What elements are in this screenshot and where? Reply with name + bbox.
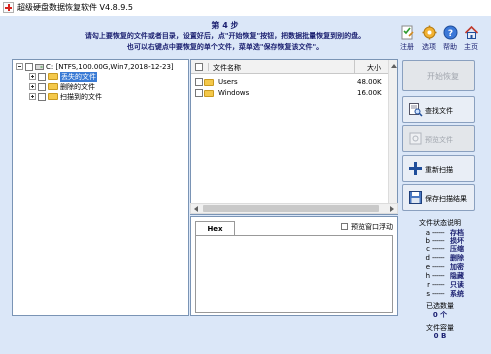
file-name: Windows xyxy=(218,89,250,97)
app-icon xyxy=(3,2,14,13)
rescan-button[interactable]: 重新扫描 xyxy=(402,155,475,182)
file-row[interactable]: Windows 16.00K xyxy=(191,86,387,100)
file-size-value: 0 B xyxy=(433,332,447,340)
expand-icon[interactable] xyxy=(29,83,36,90)
preview-icon xyxy=(408,131,423,146)
tree-checkbox[interactable] xyxy=(38,93,46,101)
legend-item: e ------ 加密 xyxy=(425,263,464,271)
column-divider xyxy=(208,63,209,71)
hex-view[interactable] xyxy=(195,235,393,313)
tree-node-lost-files[interactable]: 丢失的文件 xyxy=(13,72,188,82)
collapse-icon[interactable] xyxy=(16,63,23,70)
save-scan-result-button[interactable]: 保存扫描结果 xyxy=(402,184,475,211)
float-preview-checkbox[interactable] xyxy=(341,223,348,230)
tree-label-lost-files: 丢失的文件 xyxy=(60,72,97,82)
register-label: 注册 xyxy=(400,43,414,51)
folder-icon xyxy=(204,79,214,86)
select-all-checkbox[interactable] xyxy=(195,63,203,71)
root-checkbox[interactable] xyxy=(25,63,33,71)
recover-icon xyxy=(408,69,423,84)
home-button[interactable]: 主页 xyxy=(460,25,482,52)
legend-item: s ------ 系统 xyxy=(426,290,464,298)
legend-item: c ------ 压缩 xyxy=(426,245,464,253)
folder-icon xyxy=(204,90,214,97)
register-icon xyxy=(400,25,415,40)
folder-icon xyxy=(48,93,58,100)
scroll-up-icon[interactable] xyxy=(391,64,397,68)
tree-label-scanned-files: 扫描到的文件 xyxy=(60,93,102,101)
help-icon: ? xyxy=(443,25,458,40)
rescan-plus-icon xyxy=(408,161,423,176)
svg-text:?: ? xyxy=(447,29,452,39)
tree-node-root[interactable]: C: [NTFS,100.00G,Win7,2018-12-23] xyxy=(13,62,188,72)
file-size: 16.00K xyxy=(357,89,382,97)
options-gear-icon xyxy=(422,25,437,40)
scroll-thumb[interactable] xyxy=(203,205,379,212)
legend-item: h ------ 隐藏 xyxy=(425,272,464,280)
tree-checkbox[interactable] xyxy=(38,73,46,81)
find-file-button[interactable]: 查找文件 xyxy=(402,96,475,123)
scroll-left-icon[interactable] xyxy=(194,206,198,212)
home-icon xyxy=(464,25,479,40)
register-button[interactable]: 注册 xyxy=(396,25,418,52)
file-list[interactable]: 文件名称 大小 Users 48.00K Windows 16.00K xyxy=(190,59,398,215)
drive-icon xyxy=(35,62,44,71)
instruction-line-2: 也可以右键点中要恢复的单个文件，菜单选"保存恢复该文件"。 xyxy=(126,43,324,51)
hex-preview-panel: Hex 预览窗口浮动 xyxy=(190,216,398,316)
instruction-line-1: 请勾上要恢复的文件或者目录，设置好后，点"开始恢复"按钮，把数据批量恢复到别的盘… xyxy=(84,32,366,40)
legend-title: 文件状态说明 xyxy=(419,219,461,227)
folder-icon xyxy=(48,73,58,80)
tree-node-deleted-files[interactable]: 删除的文件 xyxy=(13,82,188,92)
start-recovery-button[interactable]: 开始恢复 xyxy=(402,60,475,91)
tree-label-root: C: [NTFS,100.00G,Win7,2018-12-23] xyxy=(46,63,174,71)
options-button[interactable]: 选项 xyxy=(418,25,440,52)
expand-icon[interactable] xyxy=(29,93,36,100)
find-file-icon xyxy=(408,102,423,117)
folder-icon xyxy=(48,83,58,90)
home-label: 主页 xyxy=(464,43,478,51)
file-checkbox[interactable] xyxy=(195,78,203,86)
file-checkbox[interactable] xyxy=(195,89,203,97)
tree-node-scanned-files[interactable]: 扫描到的文件 xyxy=(13,92,188,102)
vertical-scrollbar[interactable] xyxy=(388,60,397,214)
selected-count-value: 0 个 xyxy=(432,311,448,319)
column-divider xyxy=(354,60,355,74)
float-preview-label: 预览窗口浮动 xyxy=(351,223,393,231)
directory-tree[interactable]: C: [NTFS,100.00G,Win7,2018-12-23] 丢失的文件 … xyxy=(12,59,189,316)
title-bar: 超级硬盘数据恢复软件 V4.8.9.5 xyxy=(0,0,491,16)
legend-item: r ------ 只读 xyxy=(427,281,464,289)
tree-checkbox[interactable] xyxy=(38,83,46,91)
horizontal-scrollbar[interactable] xyxy=(190,203,398,214)
tab-hex[interactable]: Hex xyxy=(195,221,235,235)
help-button[interactable]: ? 帮助 xyxy=(439,25,461,52)
step-title: 第 4 步 xyxy=(211,21,239,30)
save-scan-icon xyxy=(408,190,423,205)
file-list-header: 文件名称 大小 xyxy=(191,60,397,74)
preview-file-button[interactable]: 预览文件 xyxy=(402,125,475,152)
tree-label-deleted-files: 删除的文件 xyxy=(60,83,95,91)
column-header-name[interactable]: 文件名称 xyxy=(213,63,241,73)
help-label: 帮助 xyxy=(443,43,457,51)
column-header-size[interactable]: 大小 xyxy=(367,63,381,73)
legend-item: d ------ 删除 xyxy=(425,254,464,262)
options-label: 选项 xyxy=(422,43,436,51)
window-title: 超级硬盘数据恢复软件 V4.8.9.5 xyxy=(17,3,134,12)
expand-icon[interactable] xyxy=(29,73,36,80)
scroll-right-icon[interactable] xyxy=(390,206,394,212)
